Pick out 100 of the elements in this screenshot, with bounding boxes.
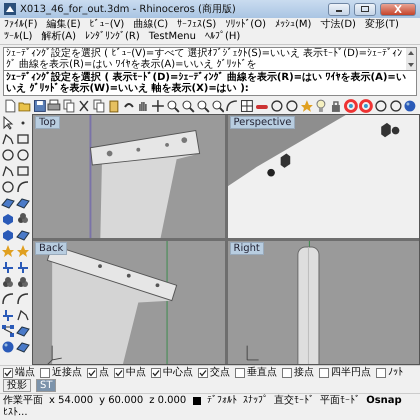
- command-history: ｼｪｰﾃﾞｨﾝｸﾞ設定を選択 ( ﾋﾞｭｰ(V)=すべて 選択ｵﾌﾞｼﾞｪｸﾄ(S)=いいえ 表示ﾓｰﾄﾞ(D)=ｼｪｰﾃﾞｨﾝｸﾞ 曲線を表示(R)=はい ﾜｲﾔを表示(A)=いいえ ｸﾞﾘｯﾄﾞを: [5, 48, 404, 70]
- maximize-button[interactable]: [354, 2, 376, 16]
- sphere-icon[interactable]: [1, 340, 15, 354]
- menu-item[interactable]: 変形(T): [364, 19, 399, 31]
- status-toggle[interactable]: Osnap: [366, 395, 402, 407]
- close-button[interactable]: [380, 2, 416, 16]
- arc-icon[interactable]: [16, 292, 30, 306]
- surface-icon[interactable]: [16, 228, 30, 242]
- tee-icon[interactable]: [16, 260, 30, 274]
- coordinate-text: z 0.000: [149, 395, 188, 407]
- circle-icon[interactable]: [270, 99, 284, 113]
- circle-icon[interactable]: [16, 148, 30, 162]
- menu-item[interactable]: ﾍﾙﾌﾟ(H): [204, 31, 240, 43]
- arc-icon[interactable]: [1, 292, 15, 306]
- minimize-button[interactable]: [328, 2, 350, 16]
- layer-name[interactable]: ﾃﾞﾌｫﾙﾄ: [207, 395, 238, 407]
- menu-item[interactable]: ﾒｯｼｭ(M): [274, 19, 312, 31]
- box-icon[interactable]: [1, 212, 15, 226]
- arc-icon[interactable]: [16, 180, 30, 194]
- copy-icon[interactable]: [92, 99, 106, 113]
- window-title: X013_46_for_out.3dm - Rhinoceros (商用版): [20, 2, 237, 16]
- star-icon[interactable]: [1, 244, 15, 258]
- rectangle-icon[interactable]: [16, 132, 30, 146]
- menu-item[interactable]: 寸法(D): [320, 19, 356, 31]
- osnap-label: 交点: [210, 367, 230, 379]
- tee-icon[interactable]: [1, 308, 15, 322]
- osnap-label: ﾉｯﾄ: [388, 367, 403, 379]
- rectangle-icon[interactable]: [16, 164, 30, 178]
- checkbox[interactable]: [87, 368, 97, 378]
- viewport-title[interactable]: Back: [35, 242, 68, 255]
- checkbox[interactable]: [114, 368, 124, 378]
- app-logo-icon: [4, 3, 16, 15]
- command-prompt[interactable]: ｼｪｰﾃﾞｨﾝｸﾞ設定を選択 ( 表示ﾓｰﾄﾞ(D)=ｼｪｰﾃﾞｨﾝｸﾞ 曲線を表示(R)=はい ﾜｲﾔを表示(A)=いいえ ｸﾞﾘｯﾄﾞを表示(W)=いいえ 軸を表示(X)=はい ):: [3, 71, 417, 96]
- osnap-label: 中点: [126, 367, 146, 379]
- checkbox[interactable]: [376, 368, 386, 378]
- arc-icon[interactable]: [225, 99, 240, 113]
- sphere-icon[interactable]: [403, 99, 418, 113]
- menu-item[interactable]: ﾚﾝﾀﾞﾘﾝｸﾞ(R): [85, 31, 140, 43]
- blob-icon[interactable]: [16, 212, 30, 226]
- star-icon[interactable]: [16, 244, 30, 258]
- checkbox[interactable]: [3, 368, 13, 378]
- surface-icon[interactable]: [16, 196, 30, 210]
- maximize-icon: [360, 5, 370, 13]
- menu-item[interactable]: 編集(E): [46, 19, 81, 31]
- zoom-icon[interactable]: [196, 99, 210, 113]
- status-toggle[interactable]: ﾋｽﾄ...: [3, 407, 28, 419]
- menu-item[interactable]: ﾌｧｲﾙ(F): [4, 19, 38, 31]
- menu-item[interactable]: ｿﾘｯﾄﾞ(O): [225, 19, 266, 31]
- viewport-title[interactable]: Top: [35, 116, 60, 129]
- printer-icon[interactable]: [47, 99, 62, 113]
- polyline-icon[interactable]: [16, 308, 30, 322]
- copy-icon[interactable]: [62, 99, 76, 113]
- circle-icon[interactable]: [388, 99, 402, 113]
- surface-icon[interactable]: [16, 340, 30, 354]
- coordinate-text: y 60.000: [99, 395, 144, 407]
- menu-item[interactable]: 曲線(C): [133, 19, 168, 31]
- status-toggle[interactable]: 直交ﾓｰﾄﾞ: [274, 395, 314, 407]
- menu-item[interactable]: ﾂｰﾙ(L): [4, 31, 32, 43]
- star-icon[interactable]: [300, 99, 314, 113]
- grid-icon[interactable]: [240, 99, 254, 113]
- box-icon[interactable]: [1, 228, 15, 242]
- menu-item[interactable]: 解析(A): [41, 31, 76, 43]
- toolbar-button[interactable]: 投影: [3, 379, 31, 392]
- move-icon[interactable]: [151, 99, 166, 113]
- polyline-icon[interactable]: [1, 132, 15, 146]
- menu-item[interactable]: ｻｰﾌｪｽ(S): [177, 19, 216, 31]
- checkbox[interactable]: [319, 368, 329, 378]
- plane-label: 作業平面: [3, 395, 43, 407]
- viewport-title[interactable]: Perspective: [230, 116, 296, 129]
- surface-icon[interactable]: [16, 324, 30, 338]
- polyline-icon[interactable]: [1, 164, 15, 178]
- circle-icon[interactable]: [1, 148, 15, 162]
- circle-icon[interactable]: [374, 99, 388, 113]
- blob-icon[interactable]: [1, 276, 15, 290]
- checkbox[interactable]: [40, 368, 50, 378]
- checkbox[interactable]: [198, 368, 208, 378]
- status-toggle[interactable]: 平面ﾓｰﾄﾞ: [320, 395, 360, 407]
- menu-item[interactable]: ﾋﾞｭｰ(V): [90, 19, 124, 31]
- blob-icon[interactable]: [16, 276, 30, 290]
- viewport-title[interactable]: Right: [230, 242, 264, 255]
- cut-icon[interactable]: [77, 99, 91, 113]
- checkbox[interactable]: [235, 368, 245, 378]
- surface-icon[interactable]: [1, 196, 15, 210]
- zoom-icon[interactable]: [166, 99, 180, 113]
- lightbulb-icon[interactable]: [314, 99, 328, 113]
- network-icon[interactable]: [1, 324, 15, 338]
- circle-icon[interactable]: [1, 180, 15, 194]
- osnap-label: 中心点: [163, 367, 193, 379]
- circle-icon[interactable]: [284, 99, 299, 113]
- menu-item[interactable]: TestMenu: [148, 31, 196, 43]
- zoom-icon[interactable]: [210, 99, 224, 113]
- clipboard-icon[interactable]: [106, 99, 121, 113]
- status-toggle[interactable]: ｽﾅｯﾌﾟ: [243, 395, 268, 407]
- layer-color-swatch: [193, 397, 202, 405]
- zoom-icon[interactable]: [180, 99, 195, 113]
- checkbox[interactable]: [282, 368, 292, 378]
- checkbox[interactable]: [151, 368, 161, 378]
- tee-icon[interactable]: [1, 260, 15, 274]
- arrow-icon[interactable]: [1, 116, 15, 130]
- save-icon[interactable]: [32, 99, 46, 113]
